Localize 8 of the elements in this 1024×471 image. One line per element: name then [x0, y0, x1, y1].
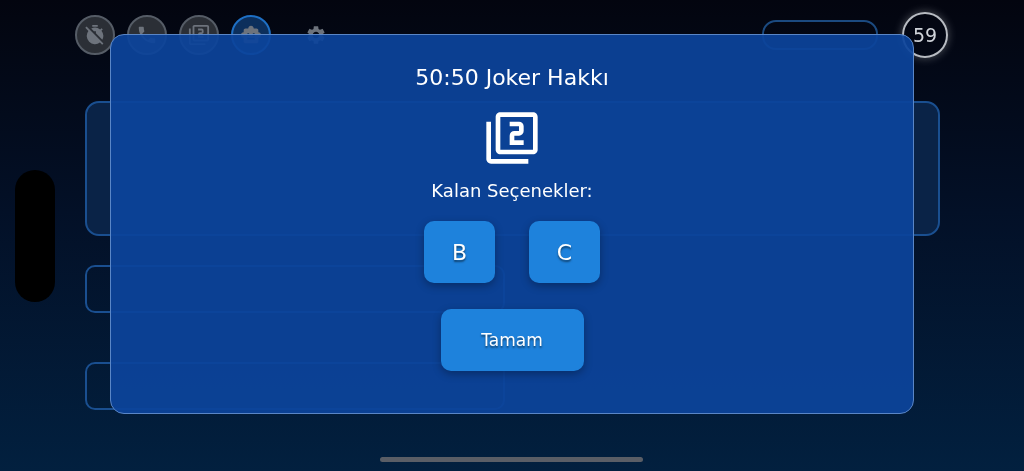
choice-button[interactable]: B: [424, 221, 495, 283]
ok-button[interactable]: Tamam: [440, 309, 584, 371]
stacked-squares-two-icon: [484, 110, 540, 166]
dialog-title: 50:50 Joker Hakkı: [415, 65, 609, 90]
timer-icon: [84, 24, 106, 46]
choice-button[interactable]: C: [529, 221, 600, 283]
dialog-subtitle: Kalan Seçenekler:: [431, 180, 593, 201]
joker-button[interactable]: [75, 15, 115, 55]
